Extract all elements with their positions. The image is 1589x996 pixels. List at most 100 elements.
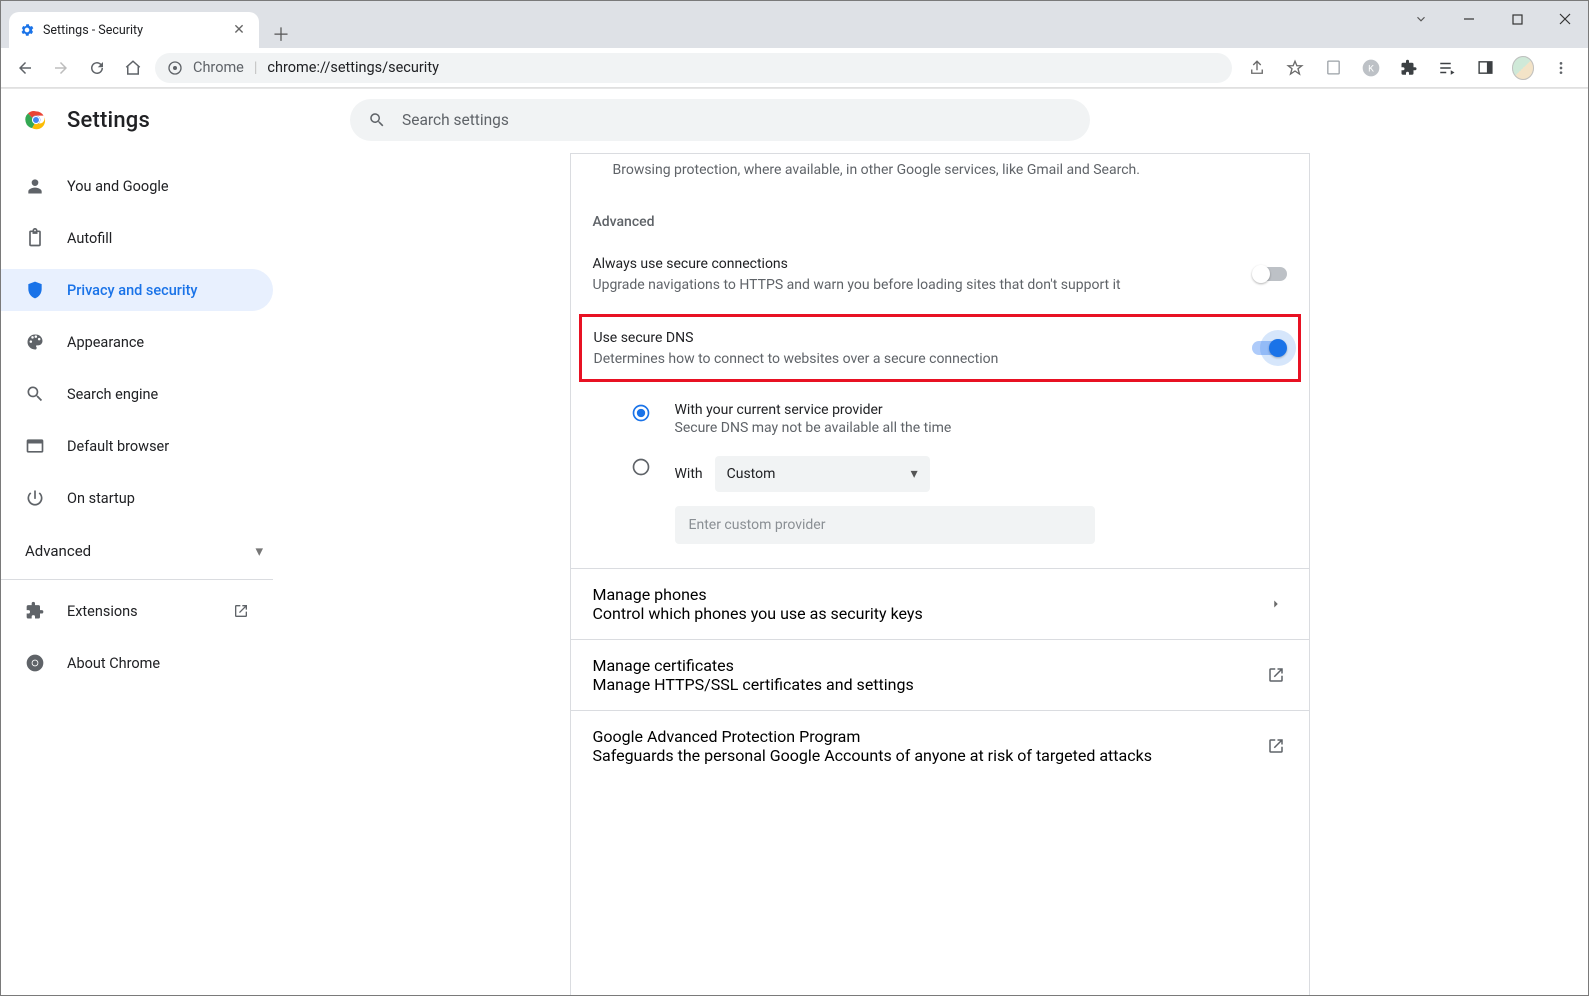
caret-down-icon: ▾: [255, 542, 263, 560]
row-subtitle: Safeguards the personal Google Accounts …: [593, 746, 1265, 765]
profile-k-icon[interactable]: K: [1360, 57, 1382, 79]
section-heading-advanced: Advanced: [571, 180, 1309, 240]
tab-title: Settings - Security: [43, 23, 143, 38]
radio-with-custom[interactable]: With Custom ▾: [631, 446, 1287, 502]
sidebar-item-autofill[interactable]: Autofill: [1, 217, 273, 259]
browser-toolbar: Chrome | chrome://settings/security K: [1, 48, 1588, 88]
sidebar-advanced-section[interactable]: Advanced ▾: [1, 529, 291, 573]
playlist-icon[interactable]: [1436, 57, 1458, 79]
sidebar-item-label: Default browser: [67, 438, 169, 455]
sidebar-item-appearance[interactable]: Appearance: [1, 321, 273, 363]
puzzle-icon: [25, 601, 45, 621]
close-window-icon[interactable]: [1552, 6, 1578, 32]
person-icon: [25, 176, 45, 196]
sidebar-item-default-browser[interactable]: Default browser: [1, 425, 273, 467]
close-tab-icon[interactable]: ✕: [231, 22, 247, 38]
input-placeholder: Enter custom provider: [689, 517, 826, 533]
sidebar-item-label: About Chrome: [67, 655, 160, 672]
row-subtitle: Control which phones you use as security…: [593, 604, 1265, 623]
sidebar-item-label: Appearance: [67, 334, 144, 351]
row-manage-certificates[interactable]: Manage certificates Manage HTTPS/SSL cer…: [571, 639, 1309, 710]
sidebar-item-label: Autofill: [67, 230, 112, 247]
kebab-menu-icon[interactable]: [1550, 57, 1572, 79]
row-always-secure-connections: Always use secure connections Upgrade na…: [571, 240, 1309, 308]
chevron-down-icon[interactable]: [1408, 6, 1434, 32]
search-icon: [25, 384, 45, 404]
row-subtitle: Manage HTTPS/SSL certificates and settin…: [593, 675, 1265, 694]
row-title: Manage certificates: [593, 656, 1265, 675]
row-title: Manage phones: [593, 585, 1265, 604]
home-button[interactable]: [119, 54, 147, 82]
toggle-secure-dns[interactable]: [1252, 341, 1286, 355]
forward-button[interactable]: [47, 54, 75, 82]
extensions-puzzle-icon[interactable]: [1398, 57, 1420, 79]
caret-down-icon: ▾: [911, 466, 918, 482]
browser-tab[interactable]: Settings - Security ✕: [9, 12, 259, 48]
gear-icon: [19, 22, 35, 38]
address-bar[interactable]: Chrome | chrome://settings/security: [155, 53, 1232, 83]
reload-button[interactable]: [83, 54, 111, 82]
chrome-logo-icon: [23, 107, 49, 133]
radio-title: With your current service provider: [675, 402, 952, 418]
toggle-always-secure[interactable]: [1253, 267, 1287, 281]
power-icon: [25, 488, 45, 508]
radio-current-provider[interactable]: With your current service provider Secur…: [631, 392, 1287, 446]
dropdown-value: Custom: [727, 466, 776, 482]
shield-icon: [25, 280, 45, 300]
sidebar-item-label: On startup: [67, 490, 135, 507]
row-advanced-protection[interactable]: Google Advanced Protection Program Safeg…: [571, 710, 1309, 781]
row-manage-phones[interactable]: Manage phones Control which phones you u…: [571, 568, 1309, 639]
radio-with-label: With: [675, 466, 703, 482]
omnibox-app-label: Chrome: [193, 59, 244, 76]
site-info-icon[interactable]: [167, 60, 183, 76]
row-subtitle: Determines how to connect to websites ov…: [594, 349, 1236, 369]
sidebar-item-label: You and Google: [67, 178, 169, 195]
search-icon: [368, 111, 386, 129]
bookmark-star-icon[interactable]: [1284, 57, 1306, 79]
back-button[interactable]: [11, 54, 39, 82]
sidebar-item-on-startup[interactable]: On startup: [1, 477, 273, 519]
sidebar-item-label: Privacy and security: [67, 282, 198, 299]
omnibox-url: chrome://settings/security: [267, 59, 439, 76]
sidebar-item-about-chrome[interactable]: About Chrome: [1, 642, 273, 684]
row-title: Use secure DNS: [594, 327, 1236, 349]
reader-icon[interactable]: [1322, 57, 1344, 79]
clipboard-icon: [25, 228, 45, 248]
sidebar-item-privacy-security[interactable]: Privacy and security: [1, 269, 273, 311]
radio-subtitle: Secure DNS may not be available all the …: [675, 420, 952, 436]
browser-window-icon: [25, 436, 45, 456]
radio-unselected-icon: [631, 457, 651, 477]
chrome-gray-icon: [25, 653, 45, 673]
sidebar-item-label: Search engine: [67, 386, 158, 403]
sidebar-item-label: Extensions: [67, 603, 138, 620]
settings-sidebar: You and Google Autofill Privacy and secu…: [1, 153, 291, 694]
sidebar-advanced-label: Advanced: [25, 542, 91, 560]
tab-strip: Settings - Security ✕ ＋: [1, 1, 1588, 48]
svg-text:K: K: [1368, 64, 1374, 74]
minimize-icon[interactable]: [1456, 6, 1482, 32]
search-placeholder: Search settings: [402, 111, 509, 129]
sidebar-item-search-engine[interactable]: Search engine: [1, 373, 273, 415]
sidebar-item-extensions[interactable]: Extensions: [1, 590, 273, 632]
profile-avatar[interactable]: [1512, 57, 1534, 79]
row-subtitle: Upgrade navigations to HTTPS and warn yo…: [593, 275, 1237, 295]
custom-provider-input[interactable]: Enter custom provider: [675, 506, 1095, 544]
external-link-icon: [233, 603, 249, 619]
page-title: Settings: [67, 108, 150, 133]
radio-selected-icon: [631, 403, 651, 423]
highlighted-secure-dns-row: Use secure DNS Determines how to connect…: [579, 314, 1301, 382]
sidebar-divider: [1, 579, 273, 580]
window-controls: [1408, 1, 1588, 37]
external-link-icon: [1265, 664, 1287, 686]
settings-card: Browsing protection, where available, in…: [570, 153, 1310, 995]
new-tab-button[interactable]: ＋: [267, 20, 295, 48]
share-icon[interactable]: [1246, 57, 1268, 79]
row-title: Always use secure connections: [593, 253, 1237, 275]
maximize-icon[interactable]: [1504, 6, 1530, 32]
sidebar-item-you-and-google[interactable]: You and Google: [1, 165, 273, 207]
settings-header: Settings Search settings: [1, 89, 1572, 151]
sidepanel-icon[interactable]: [1474, 57, 1496, 79]
dns-provider-dropdown[interactable]: Custom ▾: [715, 456, 930, 492]
palette-icon: [25, 332, 45, 352]
search-settings-input[interactable]: Search settings: [350, 99, 1090, 141]
